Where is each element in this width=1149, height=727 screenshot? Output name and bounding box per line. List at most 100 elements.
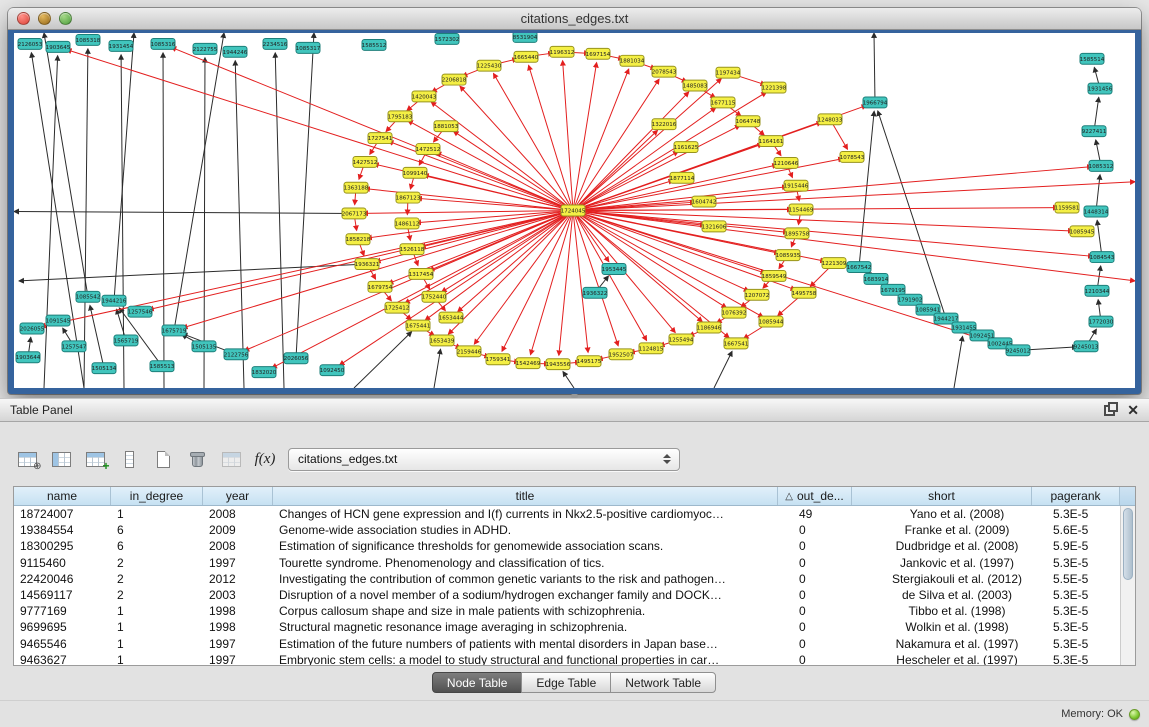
table-row[interactable]: 1872400712008Changes of HCN gene express… [14,506,1135,522]
graph-edge[interactable] [453,131,573,210]
graph-edge[interactable] [275,53,284,388]
graph-node[interactable]: 1124815 [639,343,663,354]
graph-node[interactable]: 1667541 [724,338,748,349]
graph-node[interactable]: 1679195 [881,284,905,295]
column-header-name[interactable]: name [14,487,111,505]
graph-edge[interactable] [296,33,314,358]
graph-node[interactable]: 8531904 [513,33,538,42]
graph-node[interactable]: 1420043 [412,91,437,102]
table-row[interactable]: 977716911998Corpus callosum shape and si… [14,603,1135,619]
graph-edge[interactable] [272,211,573,368]
graph-node[interactable]: 1565719 [114,335,139,346]
graph-node[interactable]: 1867123 [396,192,421,203]
column-header-pagerank[interactable]: pagerank [1032,487,1120,505]
graph-node[interactable]: 1725412 [385,302,409,313]
column-header-in_degree[interactable]: in_degree [111,487,203,505]
graph-edge[interactable] [493,73,573,210]
close-panel-icon[interactable]: ✕ [1127,403,1139,417]
graph-node[interactable]: 1903644 [16,352,41,363]
delete-table-button[interactable] [184,446,210,472]
function-builder-button[interactable]: f(x) [252,446,278,472]
graph-node[interactable]: 1585514 [1080,53,1105,64]
graph-node[interactable]: 1427512 [353,156,377,167]
graph-node[interactable]: 2206818 [442,74,467,85]
graph-node[interactable]: 1953445 [602,264,626,275]
graph-node[interactable]: 1085944 [759,316,784,327]
graph-node[interactable]: 1505134 [92,363,117,374]
graph-node[interactable]: 1943556 [546,359,571,370]
graph-node[interactable]: 1207072 [745,289,769,300]
table-selector-combo[interactable]: citations_edges.txt [288,448,680,471]
graph-node[interactable]: 1321606 [702,221,727,232]
graph-edge[interactable] [563,372,574,388]
table-row[interactable]: 1456911722003Disruption of a novel membe… [14,587,1135,603]
graph-node[interactable]: 1759341 [486,354,510,365]
import-table-button[interactable] [218,446,244,472]
graph-edge[interactable] [529,65,573,210]
graph-node[interactable]: 1667542 [847,262,871,273]
column-header-title[interactable]: title [273,487,778,505]
graph-node[interactable]: 1197434 [716,67,741,78]
row-height-button[interactable] [116,446,142,472]
graph-node[interactable]: 9245013 [1074,341,1099,352]
graph-node[interactable]: 1085542 [76,291,100,302]
graph-edge[interactable] [563,61,573,211]
graph-edge[interactable] [31,53,84,388]
graph-node[interactable]: 1936322 [583,287,607,298]
graph-node[interactable]: 1164161 [759,136,783,147]
tab-network-table[interactable]: Network Table [610,672,716,693]
table-row[interactable]: 911546021997Tourette syndrome. Phenomeno… [14,555,1135,571]
table-row[interactable]: 946362711997Embryonic stem cells: a mode… [14,652,1135,665]
zoom-window-button[interactable] [59,12,72,25]
graph-node[interactable]: 1675441 [406,320,430,331]
graph-node[interactable]: 1944216 [102,295,127,306]
graph-node[interactable]: 1936321 [355,259,379,270]
graph-node[interactable]: 1772030 [1089,316,1114,327]
graph-node[interactable]: 1161625 [674,142,698,153]
float-panel-icon[interactable] [1104,405,1115,416]
graph-node[interactable]: 1064748 [736,116,761,127]
graph-node[interactable]: 1677115 [711,97,735,108]
column-header-year[interactable]: year [203,487,273,505]
graph-node[interactable]: 1085312 [1089,160,1113,171]
graph-node[interactable]: 1877114 [670,172,695,183]
graph-node[interactable]: 1915446 [784,180,809,191]
create-column-button[interactable]: + [82,446,108,472]
graph-node[interactable]: 2026056 [284,353,309,364]
show-columns-button[interactable] [48,446,74,472]
graph-edge[interactable] [442,211,573,293]
graph-edge[interactable] [573,182,1135,211]
graph-node[interactable]: 1791902 [898,294,922,305]
graph-node[interactable]: 1881034 [620,55,645,66]
graph-node[interactable]: 1752440 [422,291,447,302]
graph-node[interactable]: 1196312 [550,46,574,57]
graph-edge[interactable] [44,56,58,388]
graph-node[interactable]: 2122756 [224,349,249,360]
table-mode-button[interactable]: ⊕ [14,446,40,472]
graph-node[interactable]: 2126053 [18,38,43,49]
graph-node[interactable]: 1210646 [774,157,799,168]
graph-edge[interactable] [405,211,573,304]
graph-edge[interactable] [573,69,629,210]
graph-node[interactable]: 1675719 [162,325,187,336]
graph-node[interactable]: 1895758 [785,228,810,239]
graph-edge[interactable] [44,33,88,297]
graph-node[interactable]: 1448314 [1084,206,1109,217]
table-row[interactable]: 1938455462009Genome-wide association stu… [14,522,1135,538]
graph-edge[interactable] [235,61,244,388]
graph-node[interactable]: 1697154 [586,48,611,59]
new-table-button[interactable] [150,446,176,472]
graph-node[interactable]: 1317454 [409,269,434,280]
graph-node[interactable]: 1832020 [252,367,277,378]
graph-edge[interactable] [174,33,224,330]
graph-node[interactable]: 1255494 [669,334,694,345]
graph-edge[interactable] [714,351,732,388]
graph-edge[interactable] [354,332,412,388]
graph-node[interactable]: 1257547 [62,341,87,352]
graph-node[interactable]: 2122755 [193,43,217,54]
graph-node[interactable]: 1903645 [46,41,70,52]
graph-node[interactable]: 1485083 [683,80,708,91]
graph-edge[interactable] [573,79,721,211]
graph-node[interactable]: 1881053 [434,121,459,132]
graph-node[interactable]: 9245012 [1006,345,1030,356]
